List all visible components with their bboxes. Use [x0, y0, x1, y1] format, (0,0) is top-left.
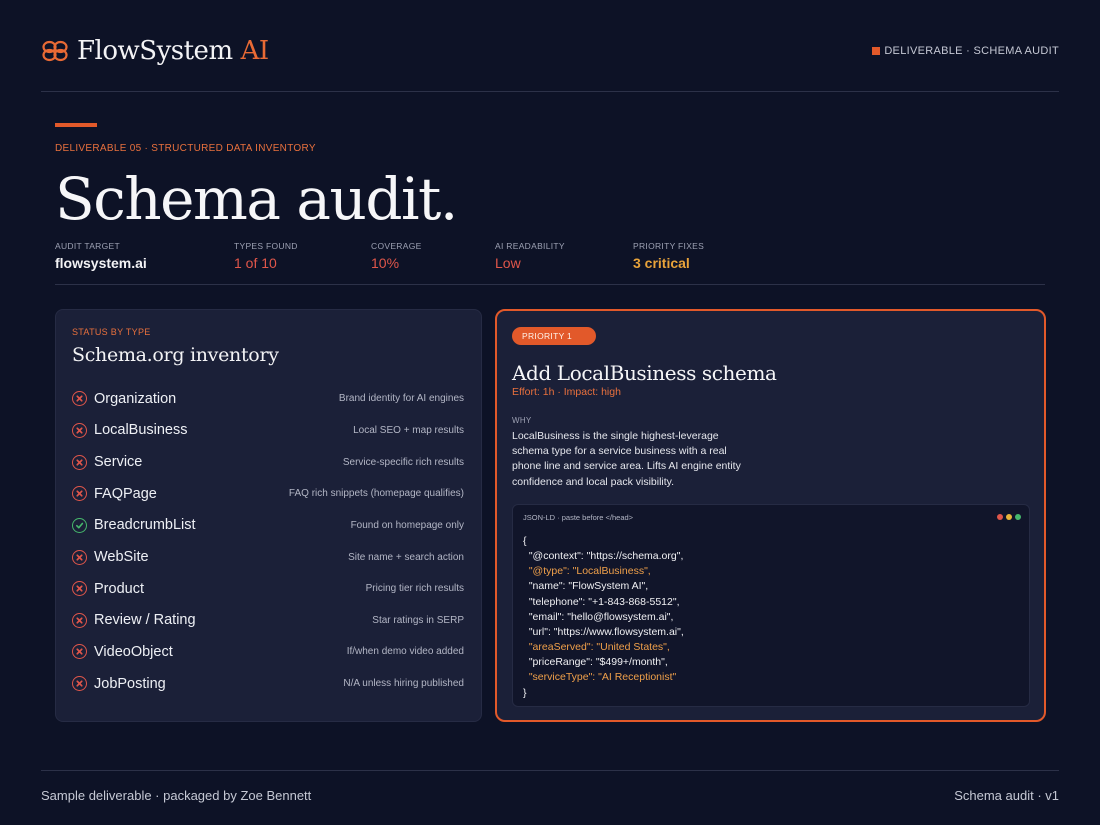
schema-type-description: Brand identity for AI engines: [338, 393, 464, 405]
stat-label: AUDIT TARGET: [55, 241, 120, 251]
stat-label: PRIORITY FIXES: [633, 241, 705, 251]
code-body[interactable]: { "@context": "https://schema.org", "@ty…: [523, 534, 684, 701]
why-text: LocalBusiness is the single highest-leve…: [512, 430, 741, 488]
schema-row: WebSite Site name + search action: [72, 541, 464, 573]
schema-type-description: Pricing tier rich results: [365, 583, 464, 595]
schema-type-name: Organization: [94, 390, 177, 407]
red-dot-icon: [997, 514, 1003, 520]
stat-value: 1 of 10: [234, 255, 277, 271]
stats-row: AUDIT TARGET flowsystem.ai TYPES FOUND 1…: [55, 241, 1045, 285]
stat-types-found: TYPES FOUND 1 of 10: [234, 241, 298, 271]
fix-title: Add LocalBusiness schema: [512, 361, 777, 385]
code-line: {: [523, 535, 527, 547]
deliverable-tag-label: DELIVERABLE · SCHEMA AUDIT: [884, 45, 1059, 57]
code-line: "telephone": "+1-843-868-5512",: [523, 595, 680, 608]
schema-type-name: VideoObject: [94, 643, 173, 660]
code-line: "priceRange": "$499+/month",: [523, 656, 668, 669]
stat-ai-readability: AI READABILITY Low: [495, 241, 565, 271]
stat-coverage: COVERAGE 10%: [371, 241, 422, 271]
code-line: "@type": "LocalBusiness",: [523, 565, 651, 578]
schema-type-name: LocalBusiness: [94, 422, 188, 439]
x-circle-icon: [72, 549, 87, 565]
code-line: "serviceType": "AI Receptionist": [523, 671, 677, 684]
schema-type-description: FAQ rich snippets (homepage qualifies): [288, 488, 464, 500]
stat-value: flowsystem.ai: [55, 255, 147, 271]
schema-row: VideoObject If/when demo video added: [72, 636, 464, 668]
code-line: "name": "FlowSystem AI",: [523, 580, 649, 593]
priority-fix-card: PRIORITY 1 Add LocalBusiness schema Effo…: [495, 309, 1046, 722]
schema-row: BreadcrumbList Found on homepage only: [72, 510, 464, 542]
schema-type-description: N/A unless hiring published: [343, 678, 464, 690]
inventory-eyebrow: STATUS BY TYPE: [72, 327, 151, 337]
schema-type-description: Found on homepage only: [350, 519, 464, 531]
brand-logo[interactable]: FlowSystem AI: [41, 36, 269, 66]
schema-type-name: Review / Rating: [94, 612, 196, 629]
schema-type-description: Service-specific rich results: [342, 456, 464, 468]
footer: Sample deliverable · packaged by Zoe Ben…: [41, 770, 1059, 810]
top-bar: FlowSystem AI DELIVERABLE · SCHEMA AUDIT: [41, 30, 1059, 92]
schema-row: Service Service-specific rich results: [72, 446, 464, 478]
schema-type-name: FAQPage: [94, 485, 157, 502]
schema-list: Organization Brand identity for AI engine…: [72, 383, 464, 699]
infinity-logo-icon: [42, 40, 68, 62]
schema-type-name: Product: [94, 580, 144, 597]
code-header: JSON-LD · paste before </head>: [523, 513, 634, 522]
stat-value: 3 critical: [633, 255, 690, 271]
x-circle-icon: [72, 644, 87, 660]
schema-type-description: Site name + search action: [348, 551, 464, 563]
schema-row: Organization Brand identity for AI engine…: [72, 383, 464, 415]
code-snippet[interactable]: JSON-LD · paste before </head> { "@conte…: [512, 504, 1030, 707]
green-dot-icon: [1015, 514, 1021, 520]
accent-bar: [55, 123, 97, 127]
why-label: WHY: [512, 416, 532, 425]
schema-row: Product Pricing tier rich results: [72, 573, 464, 605]
schema-row: Review / Rating Star ratings in SERP: [72, 604, 464, 636]
x-circle-icon: [72, 454, 87, 470]
footer-credit: Sample deliverable · packaged by Zoe Ben…: [41, 788, 312, 803]
tag-square-icon: [872, 47, 881, 55]
footer-version: Schema audit · v1: [954, 788, 1059, 803]
schema-type-name: WebSite: [94, 549, 149, 566]
x-circle-icon: [72, 676, 87, 692]
code-line: "email": "hello@flowsystem.ai",: [523, 610, 674, 623]
schema-type-name: Service: [94, 454, 143, 471]
code-line: "@context": "https://schema.org",: [523, 550, 684, 563]
schema-type-description: Star ratings in SERP: [372, 614, 464, 626]
inventory-panel: STATUS BY TYPE Schema.org inventory Orga…: [55, 309, 482, 722]
x-circle-icon: [72, 581, 87, 597]
fix-meta: Effort: 1h · Impact: high: [512, 386, 621, 398]
priority-badge: PRIORITY 1: [512, 327, 596, 345]
code-line: }: [523, 686, 527, 699]
stat-value: 10%: [371, 255, 400, 271]
code-line: "areaServed": "United States",: [523, 641, 670, 654]
brand-accent: AI: [240, 36, 270, 66]
x-circle-icon: [72, 422, 87, 438]
schema-type-description: If/when demo video added: [346, 646, 464, 658]
check-circle-icon: [72, 517, 87, 533]
yellow-dot-icon: [1006, 514, 1012, 520]
x-circle-icon: [72, 391, 87, 407]
schema-type-name: JobPosting: [94, 675, 166, 692]
stat-value: Low: [495, 255, 521, 271]
stat-label: AI READABILITY: [495, 241, 565, 251]
hero-eyebrow: DELIVERABLE 05 · STRUCTURED DATA INVENTO…: [55, 143, 316, 154]
deliverable-tag: DELIVERABLE · SCHEMA AUDIT: [872, 45, 1059, 57]
schema-row: FAQPage FAQ rich snippets (homepage quali…: [72, 478, 464, 510]
inventory-title: Schema.org inventory: [72, 344, 279, 366]
window-dots: [997, 514, 1021, 520]
x-circle-icon: [72, 486, 87, 502]
schema-type-name: BreadcrumbList: [94, 517, 196, 534]
brand-name: FlowSystem AI: [77, 36, 269, 66]
page-title: Schema audit.: [55, 165, 458, 233]
schema-row: JobPosting N/A unless hiring published: [72, 668, 464, 700]
schema-type-description: Local SEO + map results: [353, 424, 464, 436]
x-circle-icon: [72, 612, 87, 628]
stat-audit-target: AUDIT TARGET flowsystem.ai: [55, 241, 147, 271]
schema-row: LocalBusiness Local SEO + map results: [72, 415, 464, 447]
stat-label: TYPES FOUND: [234, 241, 298, 251]
code-line: "url": "https://www.flowsystem.ai",: [523, 625, 684, 638]
stat-label: COVERAGE: [371, 241, 422, 251]
stat-priority-fixes: PRIORITY FIXES 3 critical: [633, 241, 704, 271]
